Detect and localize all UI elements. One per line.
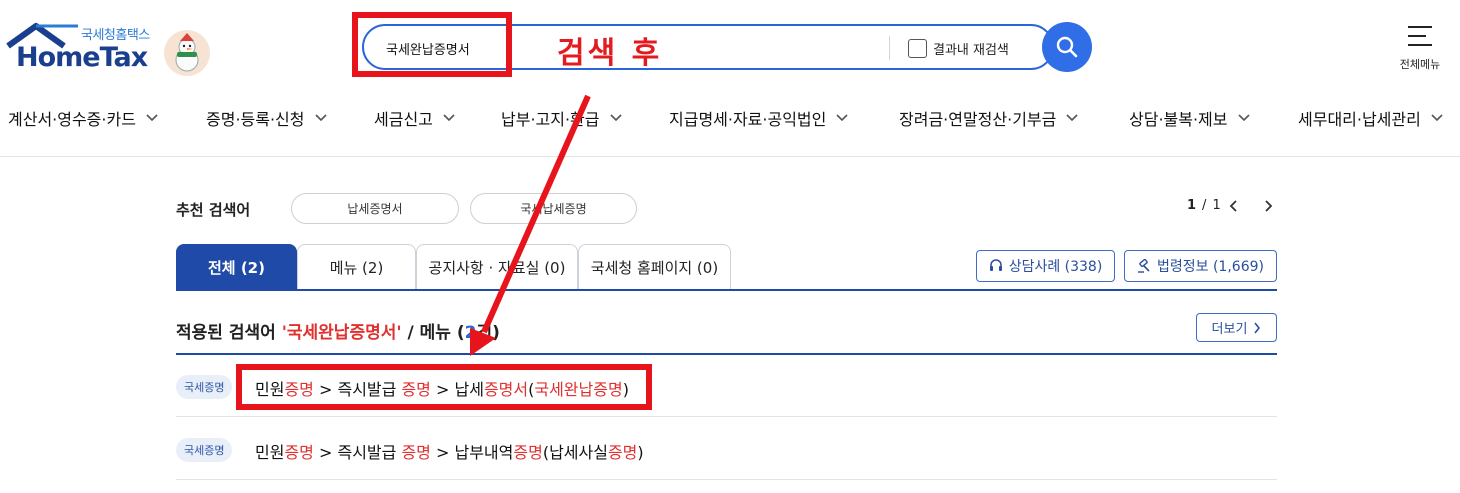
annotation-result-highlight [236, 364, 652, 410]
chevron-down-icon [146, 114, 158, 122]
result-path[interactable]: 민원증명 > 즉시발급 증명 > 납부내역증명(납세사실증명) [255, 439, 644, 463]
consult-cases-button[interactable]: 상담사례 (338) [976, 250, 1115, 282]
path-segment: > 납부내역 [430, 443, 514, 462]
nav-item-consult[interactable]: 상담·불복·제보 [1129, 106, 1250, 130]
path-highlight: 증명 [607, 443, 638, 462]
annotation-search-highlight [352, 12, 512, 77]
nav-item-label: 납부·고지·환급 [501, 110, 600, 129]
result-heading-term: '국세완납증명서' [281, 323, 402, 343]
nav-item-statements[interactable]: 지급명세·자료·공익법인 [669, 106, 848, 130]
chevron-right-icon[interactable] [1261, 199, 1275, 213]
law-info-label: 법령정보 (1,669) [1157, 259, 1264, 275]
gavel-icon [1138, 259, 1150, 273]
search-icon [1056, 36, 1078, 58]
hamburger-icon [1408, 26, 1432, 46]
nav-item-label: 증명·등록·신청 [206, 110, 305, 129]
nav-item-invoice[interactable]: 계산서·영수증·카드 [8, 106, 158, 130]
nav-divider [0, 156, 1460, 157]
category-badge: 국세증명 [176, 438, 233, 462]
more-label: 더보기 [1211, 322, 1248, 337]
pager-separator: / [1202, 198, 1207, 213]
full-menu-button[interactable]: 전체메뉴 [1392, 22, 1448, 74]
chevron-down-icon [609, 114, 622, 122]
research-label: 결과내 재검색 [933, 42, 1009, 58]
tab-underline [176, 289, 1277, 291]
path-highlight: 증명 [284, 443, 314, 462]
consult-cases-label: 상담사례 (338) [1008, 259, 1103, 275]
chevron-right-icon [1254, 322, 1261, 333]
search-button[interactable] [1042, 22, 1092, 72]
search-divider [889, 36, 890, 60]
nav-item-label: 계산서·영수증·카드 [8, 110, 136, 129]
path-segment: 민원 [255, 443, 285, 462]
chevron-down-icon [314, 114, 327, 122]
path-highlight: 증명 [401, 443, 431, 462]
result-heading-suffix: 건) [476, 323, 500, 343]
logo-wordmark: HomeTax [16, 42, 148, 73]
logo-subtitle: 국세청홈택스 [81, 28, 150, 43]
nav-item-label: 지급명세·자료·공익법인 [669, 110, 827, 129]
nav-item-certificate[interactable]: 증명·등록·신청 [206, 106, 327, 130]
nav-item-payment[interactable]: 납부·고지·환급 [501, 106, 622, 130]
full-menu-label: 전체메뉴 [1399, 58, 1441, 71]
chevron-down-icon [1066, 114, 1078, 122]
path-segment: ) [637, 443, 644, 462]
nav-item-tax-report[interactable]: 세금신고 [374, 106, 455, 130]
headset-icon [989, 259, 1002, 271]
result-row[interactable]: 국세증명 민원증명 > 즉시발급 증명 > 납부내역증명(납세사실증명) [176, 418, 1277, 480]
result-heading-prefix: 적용된 검색어 [176, 323, 282, 343]
nav-item-label: 세금신고 [374, 110, 433, 129]
snowman-mascot-icon [164, 30, 210, 76]
chevron-down-icon [443, 114, 455, 122]
research-checkbox[interactable] [908, 38, 927, 58]
nav-item-incentive[interactable]: 장려금·연말정산·기부금 [899, 106, 1078, 130]
recommended-title: 추천 검색어 [176, 201, 251, 219]
hometax-logo[interactable]: 국세청홈택스 HomeTax [6, 22, 216, 80]
tab-all[interactable]: 전체 (2) [176, 244, 297, 290]
annotation-label: 검색 후 [557, 36, 663, 71]
more-button[interactable]: 더보기 [1196, 313, 1277, 342]
result-heading: 적용된 검색어 '국세완납증명서' / 메뉴 (2건) [176, 318, 500, 343]
path-highlight: 증명 [513, 443, 543, 462]
tab-nts-homepage[interactable]: 국세청 홈페이지 (0) [578, 244, 731, 290]
pager-current: 1 [1187, 198, 1197, 213]
research-toggle[interactable]: 결과내 재검색 [908, 37, 1009, 59]
recommended-pager: 1 / 1 [1187, 198, 1275, 213]
pager-total: 1 [1212, 198, 1221, 213]
chevron-down-icon [1237, 114, 1250, 122]
chevron-down-icon [1431, 114, 1443, 122]
main-nav: 계산서·영수증·카드 증명·등록·신청 세금신고 납부·고지·환급 지급명세·자… [0, 98, 1460, 138]
tab-menu[interactable]: 메뉴 (2) [297, 244, 416, 290]
nav-item-label: 상담·불복·제보 [1129, 110, 1228, 129]
category-badge: 국세증명 [176, 375, 233, 399]
nav-item-agent[interactable]: 세무대리·납세관리 [1298, 106, 1443, 130]
chevron-down-icon [836, 114, 848, 122]
nav-item-label: 세무대리·납세관리 [1298, 110, 1421, 129]
recommended-chip[interactable]: 납세증명서 [291, 193, 459, 224]
result-heading-count: 2 [464, 323, 477, 343]
chevron-left-icon[interactable] [1227, 199, 1241, 213]
path-segment: > 즉시발급 [313, 443, 402, 462]
tab-notice[interactable]: 공지사항 · 자료실 (0) [416, 244, 578, 290]
result-heading-middle: / 메뉴 ( [401, 323, 465, 343]
path-segment: (납세사실 [542, 443, 608, 462]
nav-item-label: 장려금·연말정산·기부금 [899, 110, 1057, 129]
recommended-chip[interactable]: 국세납세증명 [470, 193, 637, 224]
law-info-button[interactable]: 법령정보 (1,669) [1124, 250, 1277, 282]
